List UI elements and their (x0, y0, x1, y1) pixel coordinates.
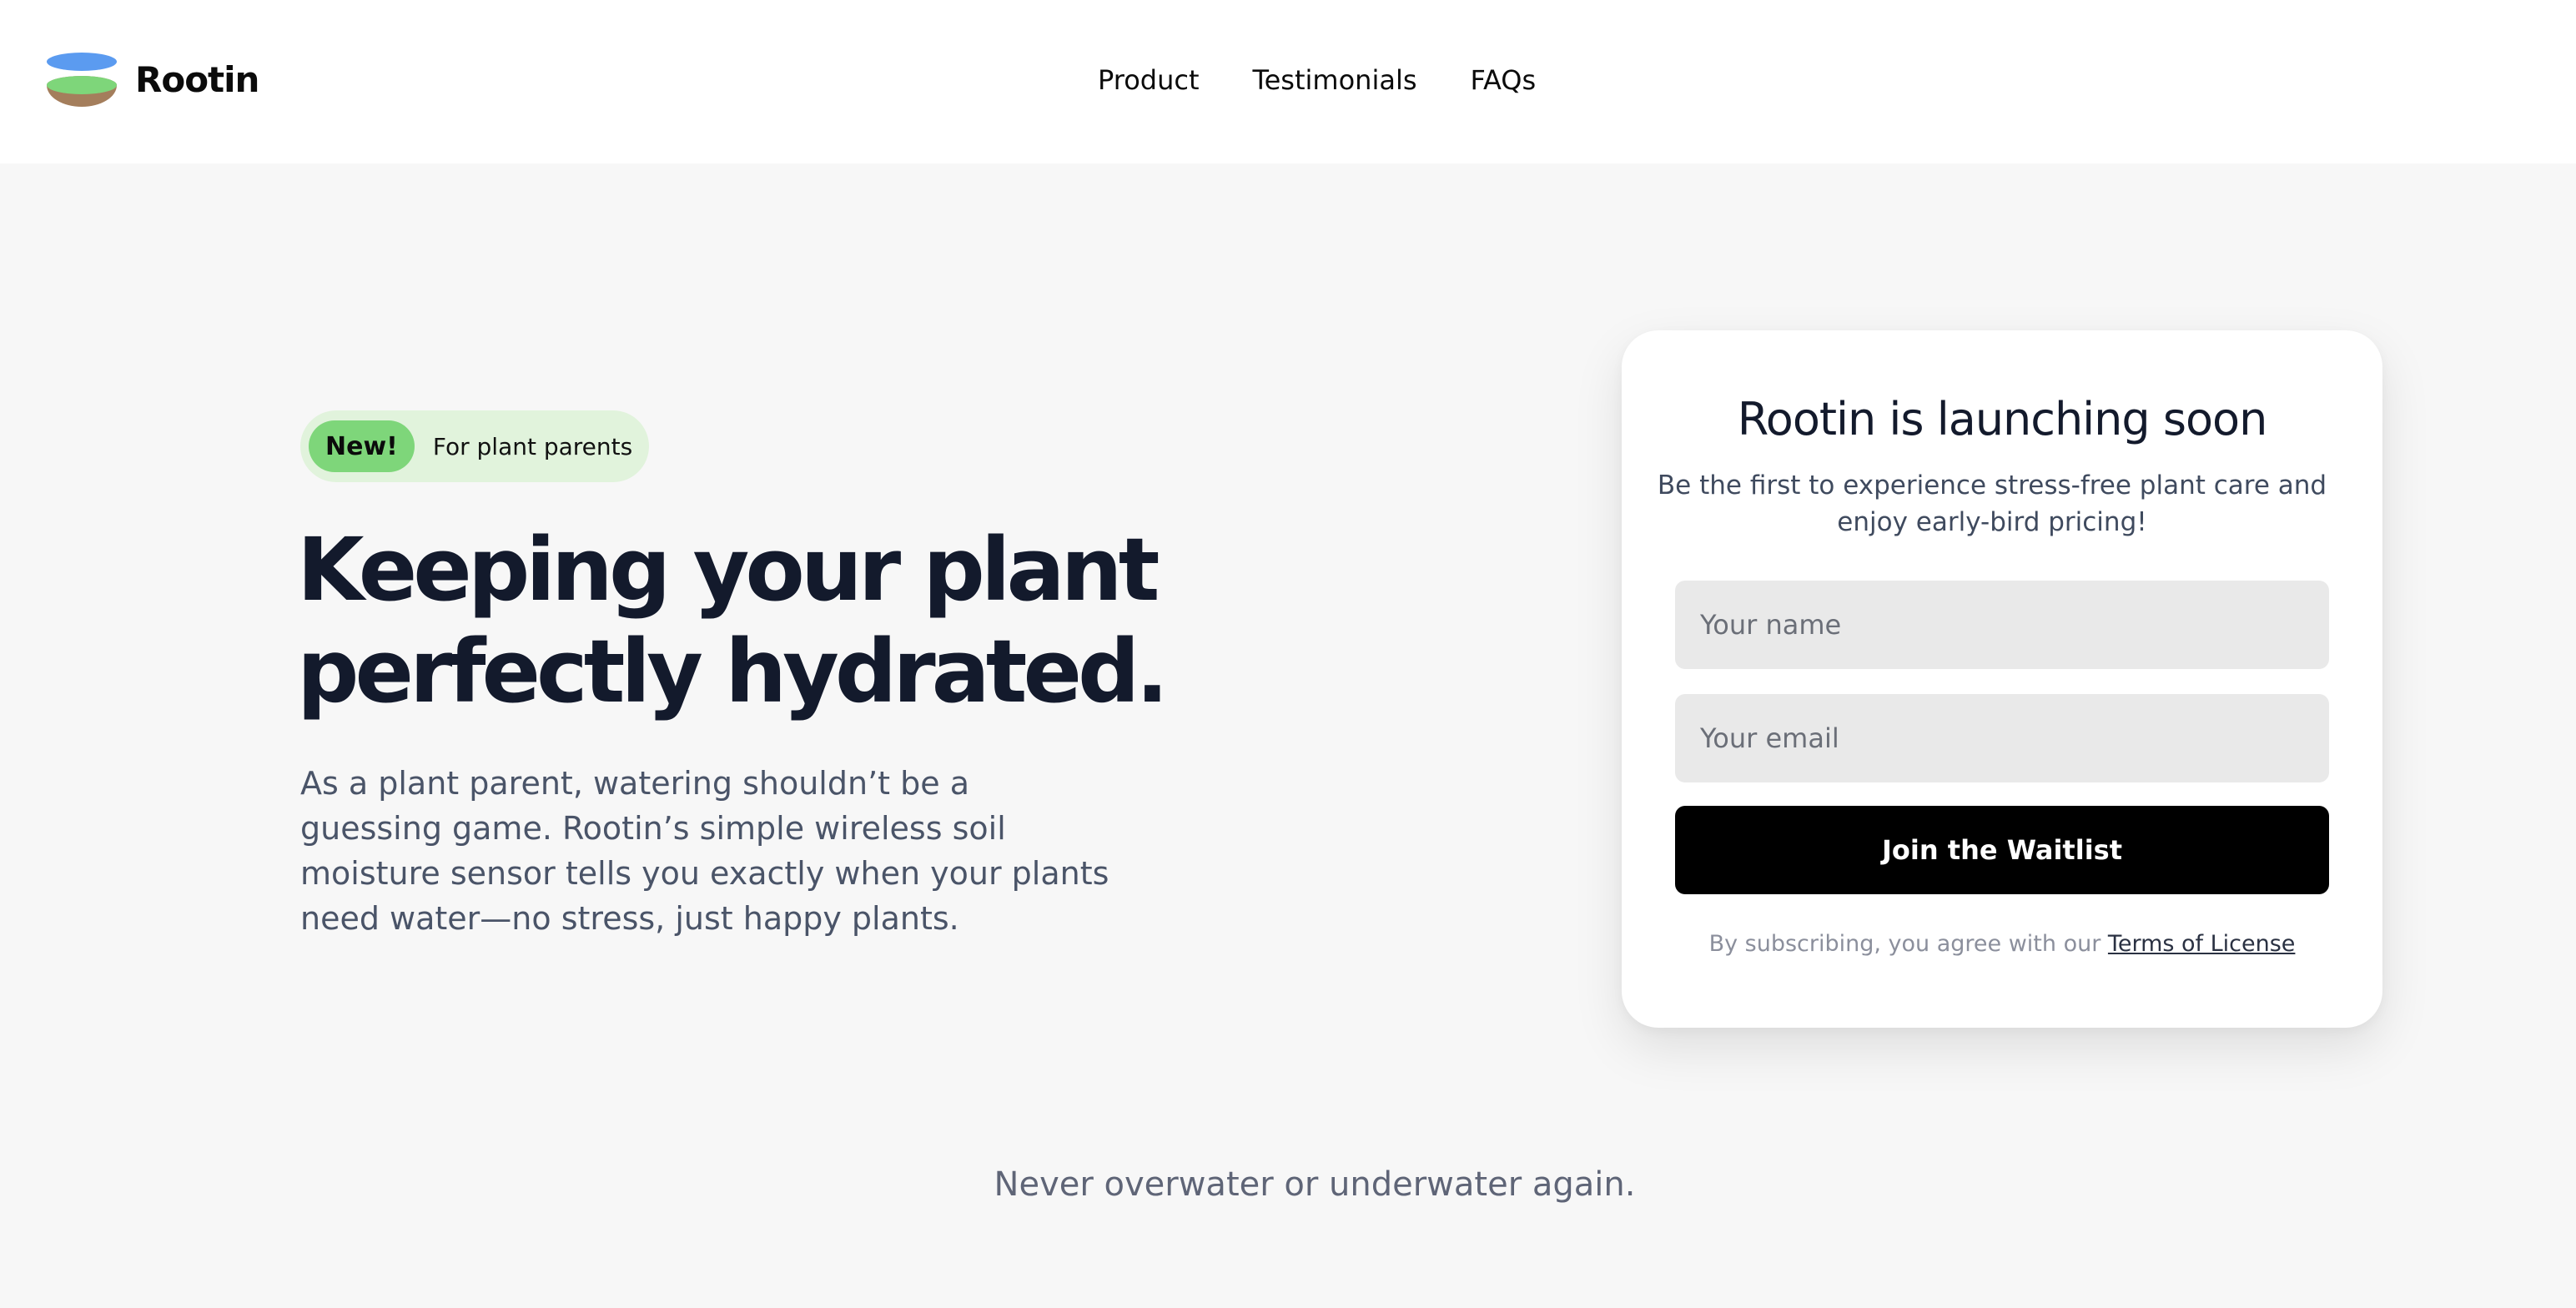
email-input[interactable] (1675, 694, 2329, 782)
site-header: Rootin Product Testimonials FAQs (0, 0, 2576, 164)
announcement-badge: New! For plant parents (300, 410, 650, 482)
waitlist-card: Rootin is launching soon Be the first to… (1622, 330, 2382, 1028)
terms-notice: By subscribing, you agree with our Terms… (1622, 929, 2382, 959)
new-pill: New! (309, 420, 415, 472)
nav-item-product[interactable]: Product (1098, 58, 1200, 102)
main-nav: Product Testimonials FAQs (1098, 58, 1536, 102)
terms-link[interactable]: Terms of License (2108, 931, 2296, 957)
waitlist-title: Rootin is launching soon (1737, 393, 2268, 445)
tagline-section: Never overwater or underwater again. (0, 1161, 2576, 1211)
terms-prefix: By subscribing, you agree with our (1708, 931, 2101, 957)
tagline: Never overwater or underwater again. (994, 1165, 1636, 1204)
name-input[interactable] (1675, 581, 2329, 669)
hero-description: As a plant parent, watering shouldn’t be… (300, 765, 1109, 937)
rootin-logo-icon (47, 53, 117, 107)
brand-name: Rootin (135, 59, 259, 100)
nav-item-faqs[interactable]: FAQs (1471, 58, 1537, 102)
badge-label: For plant parents (432, 432, 633, 460)
hero-title: Keeping your plant perfectly hydrated. (297, 519, 1169, 722)
join-waitlist-button[interactable]: Join the Waitlist (1675, 806, 2329, 894)
nav-item-testimonials[interactable]: Testimonials (1253, 58, 1417, 102)
logo-link[interactable]: Rootin (45, 52, 259, 108)
waitlist-subtitle: Be the first to experience stress-free p… (1657, 470, 2327, 537)
